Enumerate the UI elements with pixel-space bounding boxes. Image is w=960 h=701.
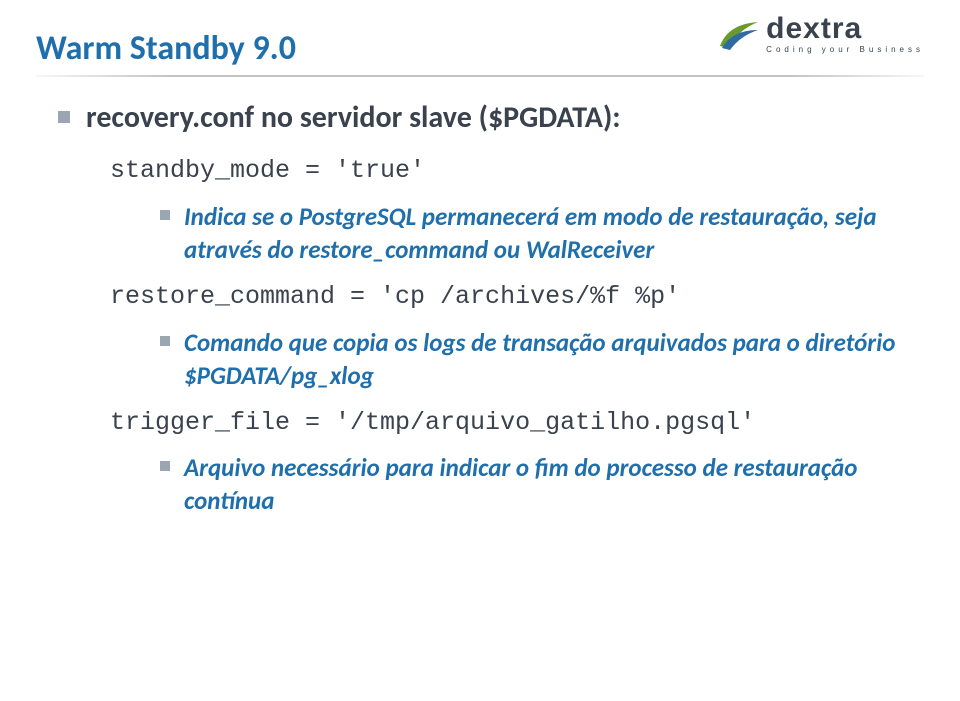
logo-tagline: Coding your Business — [766, 46, 924, 54]
bullet-level1: recovery.conf no servidor slave ($PGDATA… — [58, 99, 924, 136]
slide: dextra Coding your Business Warm Standby… — [0, 0, 960, 701]
sub-text-2: Comando que copia os logs de transação a… — [184, 326, 904, 392]
logo-name: dextra — [766, 14, 924, 44]
sub-bullet-2: Comando que copia os logs de transação a… — [160, 326, 924, 392]
sub-bullet-1: Indica se o PostgreSQL permanecerá em mo… — [160, 200, 924, 266]
square-bullet-icon — [160, 210, 170, 220]
sub-text-3: Arquivo necessário para indicar o fim do… — [184, 451, 904, 517]
title-divider — [36, 75, 924, 77]
code-line-1: standby_mode = 'true' — [110, 154, 924, 188]
logo-swoosh-icon — [718, 16, 760, 52]
square-bullet-icon — [160, 336, 170, 346]
square-bullet-icon — [58, 111, 70, 123]
square-bullet-icon — [160, 461, 170, 471]
content-body: recovery.conf no servidor slave ($PGDATA… — [36, 99, 924, 517]
logo-text: dextra Coding your Business — [766, 14, 924, 54]
code-line-2: restore_command = 'cp /archives/%f %p' — [110, 280, 924, 314]
brand-logo: dextra Coding your Business — [718, 14, 924, 54]
sub-text-1: Indica se o PostgreSQL permanecerá em mo… — [184, 200, 904, 266]
level1-text: recovery.conf no servidor slave ($PGDATA… — [86, 99, 621, 136]
sub-bullet-3: Arquivo necessário para indicar o fim do… — [160, 451, 924, 517]
code-line-3: trigger_file = '/tmp/arquivo_gatilho.pgs… — [110, 406, 924, 440]
